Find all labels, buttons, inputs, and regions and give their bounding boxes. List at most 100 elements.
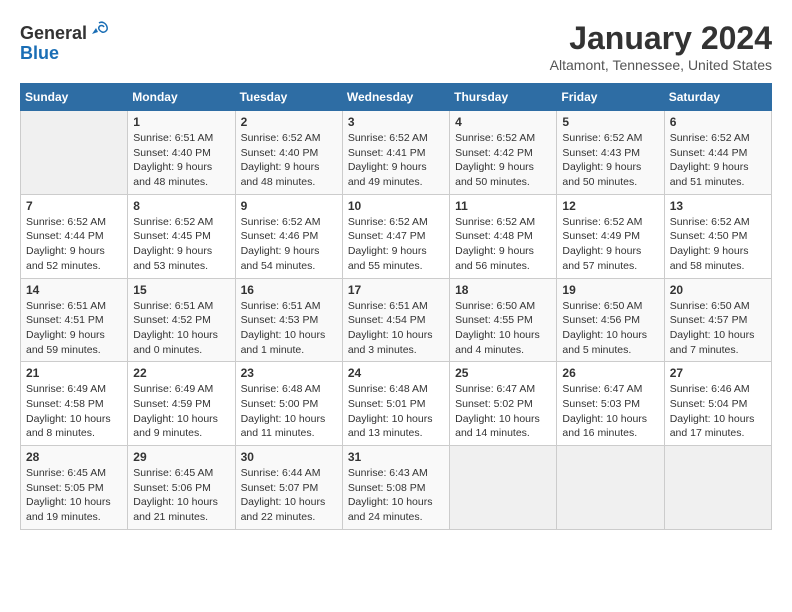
sunset-text: Sunset: 4:57 PM bbox=[670, 313, 766, 328]
calendar-cell: 22Sunrise: 6:49 AMSunset: 4:59 PMDayligh… bbox=[128, 362, 235, 446]
daylight-text: Daylight: 10 hours and 13 minutes. bbox=[348, 412, 444, 441]
sunrise-text: Sunrise: 6:51 AM bbox=[241, 299, 337, 314]
calendar-cell: 1Sunrise: 6:51 AMSunset: 4:40 PMDaylight… bbox=[128, 111, 235, 195]
calendar-cell: 13Sunrise: 6:52 AMSunset: 4:50 PMDayligh… bbox=[664, 194, 771, 278]
day-info: Sunrise: 6:52 AMSunset: 4:44 PMDaylight:… bbox=[26, 215, 122, 274]
day-info: Sunrise: 6:52 AMSunset: 4:49 PMDaylight:… bbox=[562, 215, 658, 274]
sunrise-text: Sunrise: 6:52 AM bbox=[133, 215, 229, 230]
daylight-text: Daylight: 10 hours and 8 minutes. bbox=[26, 412, 122, 441]
weekday-header-wednesday: Wednesday bbox=[342, 84, 449, 111]
sunrise-text: Sunrise: 6:52 AM bbox=[562, 215, 658, 230]
day-info: Sunrise: 6:52 AMSunset: 4:41 PMDaylight:… bbox=[348, 131, 444, 190]
sunrise-text: Sunrise: 6:52 AM bbox=[348, 215, 444, 230]
calendar-cell: 29 Sunrise: 6:45 AMSunset: 5:06 PMDayligh… bbox=[128, 446, 235, 530]
daylight-text: Daylight: 9 hours and 53 minutes. bbox=[133, 244, 229, 273]
daylight-text: Daylight: 9 hours and 48 minutes. bbox=[133, 160, 229, 189]
page-subtitle: Altamont, Tennessee, United States bbox=[550, 57, 772, 73]
day-info: Sunrise: 6:50 AMSunset: 4:57 PMDaylight:… bbox=[670, 299, 766, 358]
weekday-header-thursday: Thursday bbox=[450, 84, 557, 111]
daylight-text: Daylight: 9 hours and 49 minutes. bbox=[348, 160, 444, 189]
sunset-text: Sunset: 5:00 PM bbox=[241, 397, 337, 412]
sunset-text: Sunset: 4:40 PM bbox=[241, 146, 337, 161]
sunrise-text: Sunrise: 6:51 AM bbox=[133, 131, 229, 146]
day-number: 18 bbox=[455, 283, 551, 297]
sunrise-text: Sunrise: 6:50 AM bbox=[455, 299, 551, 314]
day-info: Sunrise: 6:51 AMSunset: 4:54 PMDaylight:… bbox=[348, 299, 444, 358]
day-info: Sunrise: 6:45 AMSunset: 5:06 PMDaylight:… bbox=[133, 466, 229, 525]
daylight-text: Daylight: 10 hours and 1 minute. bbox=[241, 328, 337, 357]
sunrise-text: Sunrise: 6:44 AM bbox=[241, 466, 337, 481]
sunset-text: Sunset: 4:48 PM bbox=[455, 229, 551, 244]
day-number: 10 bbox=[348, 199, 444, 213]
page-title: January 2024 bbox=[550, 20, 772, 57]
day-number: 25 bbox=[455, 366, 551, 380]
sunset-text: Sunset: 4:41 PM bbox=[348, 146, 444, 161]
day-number: 3 bbox=[348, 115, 444, 129]
daylight-text: Daylight: 10 hours and 16 minutes. bbox=[562, 412, 658, 441]
sunset-text: Sunset: 4:44 PM bbox=[26, 229, 122, 244]
day-number: 12 bbox=[562, 199, 658, 213]
logo: General Blue bbox=[20, 20, 110, 64]
calendar-cell: 2 Sunrise: 6:52 AMSunset: 4:40 PMDaylight… bbox=[235, 111, 342, 195]
sunset-text: Sunset: 4:49 PM bbox=[562, 229, 658, 244]
day-number: 2 bbox=[241, 115, 337, 129]
daylight-text: Daylight: 9 hours and 48 minutes. bbox=[241, 160, 337, 189]
sunset-text: Sunset: 4:51 PM bbox=[26, 313, 122, 328]
calendar-cell: 26Sunrise: 6:47 AMSunset: 5:03 PMDayligh… bbox=[557, 362, 664, 446]
daylight-text: Daylight: 9 hours and 57 minutes. bbox=[562, 244, 658, 273]
calendar-cell: 15Sunrise: 6:51 AMSunset: 4:52 PMDayligh… bbox=[128, 278, 235, 362]
day-info: Sunrise: 6:52 AMSunset: 4:45 PMDaylight:… bbox=[133, 215, 229, 274]
sunrise-text: Sunrise: 6:51 AM bbox=[133, 299, 229, 314]
day-number: 9 bbox=[241, 199, 337, 213]
day-info: Sunrise: 6:52 AMSunset: 4:43 PMDaylight:… bbox=[562, 131, 658, 190]
daylight-text: Daylight: 10 hours and 4 minutes. bbox=[455, 328, 551, 357]
day-number: 8 bbox=[133, 199, 229, 213]
calendar-cell bbox=[557, 446, 664, 530]
day-info: Sunrise: 6:52 AMSunset: 4:40 PMDaylight:… bbox=[241, 131, 337, 190]
daylight-text: Daylight: 10 hours and 11 minutes. bbox=[241, 412, 337, 441]
calendar-cell: 5Sunrise: 6:52 AMSunset: 4:43 PMDaylight… bbox=[557, 111, 664, 195]
calendar-cell: 3 Sunrise: 6:52 AMSunset: 4:41 PMDaylight… bbox=[342, 111, 449, 195]
day-info: Sunrise: 6:50 AMSunset: 4:55 PMDaylight:… bbox=[455, 299, 551, 358]
sunrise-text: Sunrise: 6:50 AM bbox=[562, 299, 658, 314]
day-number: 7 bbox=[26, 199, 122, 213]
day-number: 29 bbox=[133, 450, 229, 464]
sunrise-text: Sunrise: 6:52 AM bbox=[455, 215, 551, 230]
sunrise-text: Sunrise: 6:48 AM bbox=[348, 382, 444, 397]
sunset-text: Sunset: 5:06 PM bbox=[133, 481, 229, 496]
calendar-cell: 19Sunrise: 6:50 AMSunset: 4:56 PMDayligh… bbox=[557, 278, 664, 362]
title-block: January 2024 Altamont, Tennessee, United… bbox=[550, 20, 772, 73]
calendar-week-row: 28Sunrise: 6:45 AMSunset: 5:05 PMDayligh… bbox=[21, 446, 772, 530]
calendar-cell: 9 Sunrise: 6:52 AMSunset: 4:46 PMDaylight… bbox=[235, 194, 342, 278]
day-number: 28 bbox=[26, 450, 122, 464]
day-number: 22 bbox=[133, 366, 229, 380]
day-info: Sunrise: 6:52 AMSunset: 4:50 PMDaylight:… bbox=[670, 215, 766, 274]
daylight-text: Daylight: 10 hours and 19 minutes. bbox=[26, 495, 122, 524]
day-number: 23 bbox=[241, 366, 337, 380]
weekday-header-tuesday: Tuesday bbox=[235, 84, 342, 111]
sunset-text: Sunset: 4:59 PM bbox=[133, 397, 229, 412]
calendar-cell: 7 Sunrise: 6:52 AMSunset: 4:44 PMDaylight… bbox=[21, 194, 128, 278]
day-number: 6 bbox=[670, 115, 766, 129]
calendar-cell: 24Sunrise: 6:48 AMSunset: 5:01 PMDayligh… bbox=[342, 362, 449, 446]
weekday-header-friday: Friday bbox=[557, 84, 664, 111]
sunrise-text: Sunrise: 6:49 AM bbox=[26, 382, 122, 397]
calendar-week-row: 1Sunrise: 6:51 AMSunset: 4:40 PMDaylight… bbox=[21, 111, 772, 195]
daylight-text: Daylight: 10 hours and 7 minutes. bbox=[670, 328, 766, 357]
sunset-text: Sunset: 4:50 PM bbox=[670, 229, 766, 244]
sunset-text: Sunset: 4:52 PM bbox=[133, 313, 229, 328]
sunset-text: Sunset: 4:43 PM bbox=[562, 146, 658, 161]
day-number: 16 bbox=[241, 283, 337, 297]
page-header: General Blue January 2024 Altamont, Tenn… bbox=[20, 20, 772, 73]
day-info: Sunrise: 6:52 AMSunset: 4:46 PMDaylight:… bbox=[241, 215, 337, 274]
day-info: Sunrise: 6:52 AMSunset: 4:47 PMDaylight:… bbox=[348, 215, 444, 274]
weekday-header-sunday: Sunday bbox=[21, 84, 128, 111]
calendar-cell bbox=[664, 446, 771, 530]
calendar-week-row: 7Sunrise: 6:52 AMSunset: 4:44 PMDaylight… bbox=[21, 194, 772, 278]
daylight-text: Daylight: 10 hours and 5 minutes. bbox=[562, 328, 658, 357]
daylight-text: Daylight: 9 hours and 55 minutes. bbox=[348, 244, 444, 273]
sunset-text: Sunset: 4:54 PM bbox=[348, 313, 444, 328]
sunrise-text: Sunrise: 6:52 AM bbox=[670, 131, 766, 146]
day-number: 11 bbox=[455, 199, 551, 213]
sunset-text: Sunset: 5:07 PM bbox=[241, 481, 337, 496]
